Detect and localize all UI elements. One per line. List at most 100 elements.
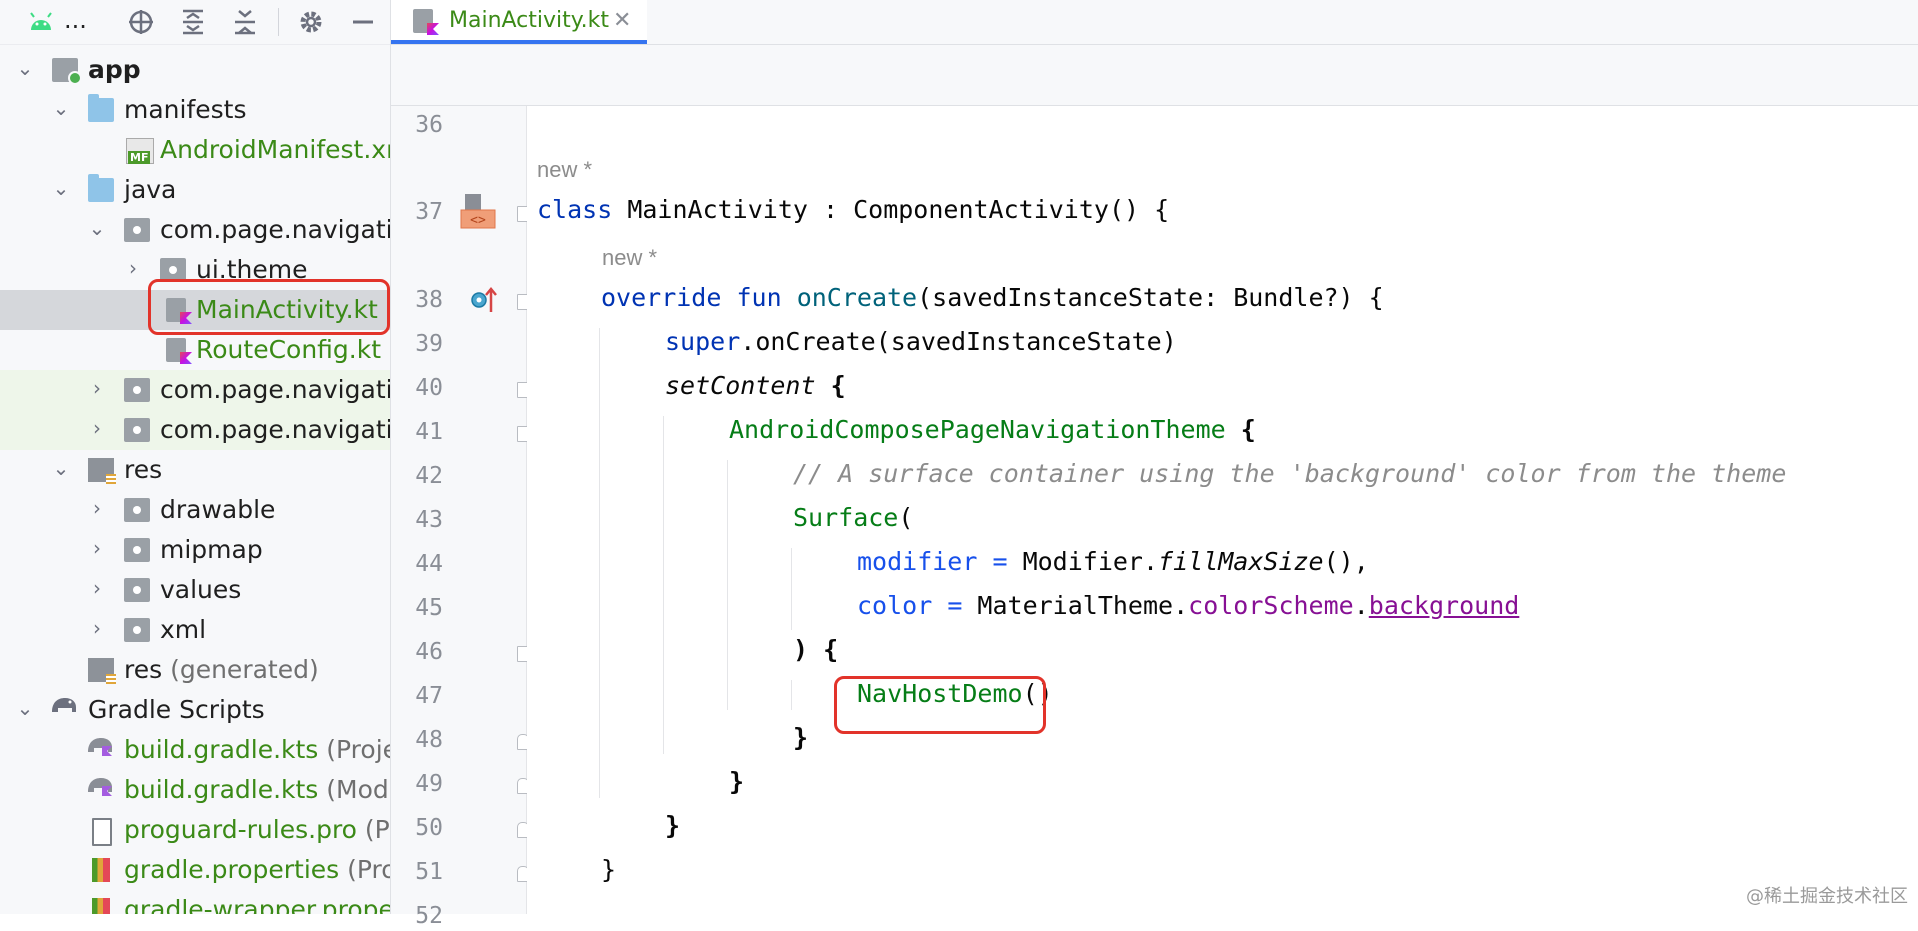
code-line-45: color = MaterialTheme.colorScheme.backgr… <box>857 590 1519 622</box>
tree-item-route-config[interactable]: RouteConfig.kt <box>0 330 390 370</box>
indent-guide <box>727 460 728 710</box>
folder-icon <box>88 94 114 122</box>
close-icon[interactable]: ✕ <box>613 6 631 36</box>
tree-item-label: java <box>124 175 177 204</box>
tree-item-app[interactable]: ⌄ app <box>0 50 390 90</box>
code-token-composable: AndroidComposePageNavigationTheme <box>729 415 1226 444</box>
tree-item-res-generated[interactable]: res (generated) <box>0 650 390 690</box>
code-line-41: AndroidComposePageNavigationTheme { <box>729 414 1256 446</box>
chevron-down-icon[interactable]: ⌄ <box>50 96 72 120</box>
tree-item-java[interactable]: ⌄ java <box>0 170 390 210</box>
tree-item-label: build.gradle.kts <box>124 775 319 804</box>
chevron-right-icon[interactable]: › <box>86 416 108 440</box>
tree-item-manifests[interactable]: ⌄ manifests <box>0 90 390 130</box>
tree-item-suffix: (Pro <box>347 855 390 884</box>
code-token-keyword: override <box>601 283 722 312</box>
code-line-39: super.onCreate(savedInstanceState) <box>665 326 1177 358</box>
line-number: 51 <box>415 859 443 885</box>
code-line-38: override fun onCreate(savedInstanceState… <box>601 282 1384 314</box>
inlay-hint-author[interactable]: new * <box>602 244 657 272</box>
tree-item-mipmap[interactable]: › mipmap <box>0 530 390 570</box>
line-number: 37 <box>415 199 443 225</box>
code-line-47: NavHostDemo() <box>857 678 1053 710</box>
gradle-kts-icon <box>86 774 112 798</box>
package-icon <box>124 218 150 242</box>
properties-file-icon <box>92 858 110 882</box>
tree-item-res[interactable]: ⌄ res <box>0 450 390 490</box>
chevron-down-icon[interactable]: ⌄ <box>50 176 72 200</box>
line-number: 44 <box>415 551 443 577</box>
chevron-right-icon[interactable]: › <box>86 376 108 400</box>
chevron-right-icon[interactable]: › <box>86 536 108 560</box>
code-token: ) { <box>793 635 839 664</box>
tree-item-package[interactable]: › com.page.navigation <box>0 370 390 410</box>
package-icon <box>124 418 150 442</box>
code-editor[interactable]: new * new * class MainActivity : Compone… <box>527 106 1918 914</box>
tree-item-label: xml <box>160 615 207 644</box>
chevron-down-icon[interactable]: ⌄ <box>14 56 36 80</box>
tree-item-ui-theme[interactable]: › ui.theme <box>0 250 390 290</box>
code-token-named-arg: color <box>857 591 933 620</box>
kotlin-file-icon <box>166 338 186 362</box>
code-token: MainActivity : ComponentActivity() { <box>612 195 1170 224</box>
code-line-42: // A surface container using the 'backgr… <box>793 458 1786 490</box>
chevron-right-icon[interactable]: › <box>122 256 144 280</box>
tree-item-proguard-rules[interactable]: proguard-rules.pro (Pr <box>0 810 390 850</box>
tree-item-build-gradle-module[interactable]: build.gradle.kts (Module <box>0 770 390 810</box>
activity-class-icon[interactable]: <> <box>459 194 497 234</box>
code-line-40: setContent { <box>665 370 846 402</box>
code-line-37: class MainActivity : ComponentActivity()… <box>537 194 1169 226</box>
chevron-right-icon[interactable]: › <box>86 576 108 600</box>
tab-main-activity[interactable]: MainActivity.kt ✕ <box>391 0 647 44</box>
tree-item-label: com.page.navigation <box>160 415 390 444</box>
locate-icon[interactable] <box>124 5 158 39</box>
android-icon[interactable] <box>24 5 58 39</box>
panel-title[interactable]: ... <box>64 6 87 34</box>
expand-all-icon[interactable] <box>176 5 210 39</box>
folder-icon <box>88 174 114 202</box>
tab-label: MainActivity.kt <box>449 8 610 33</box>
line-number: 41 <box>415 419 443 445</box>
tree-item-main-activity[interactable]: MainActivity.kt <box>0 290 390 330</box>
tree-item-build-gradle-project[interactable]: build.gradle.kts (Project <box>0 730 390 770</box>
tree-item-gradle-scripts[interactable]: ⌄ Gradle Scripts <box>0 690 390 730</box>
chevron-down-icon[interactable]: ⌄ <box>50 456 72 480</box>
line-number: 45 <box>415 595 443 621</box>
kotlin-file-icon <box>166 298 186 322</box>
tree-item-label: drawable <box>160 495 276 524</box>
tree-item-android-manifest[interactable]: AndroidManifest.xml <box>0 130 390 170</box>
tree-item-xml[interactable]: › xml <box>0 610 390 650</box>
code-token: Modifier. <box>1022 547 1159 576</box>
gear-icon[interactable] <box>294 5 328 39</box>
tree-item-values[interactable]: › values <box>0 570 390 610</box>
chevron-down-icon[interactable]: ⌄ <box>86 216 108 240</box>
chevron-right-icon[interactable]: › <box>86 616 108 640</box>
tree-item-label-wrap: build.gradle.kts (Project <box>124 734 390 766</box>
chevron-right-icon[interactable]: › <box>86 496 108 520</box>
tree-item-suffix: (Project <box>326 735 390 764</box>
tree-item-label: app <box>88 55 141 84</box>
inlay-hint-author[interactable]: new * <box>537 156 592 184</box>
collapse-all-icon[interactable] <box>228 5 262 39</box>
code-line-44: modifier = Modifier.fillMaxSize(), <box>857 546 1369 578</box>
code-token: ( <box>898 503 914 532</box>
indent-guide <box>791 680 792 710</box>
tree-item-label: gradle-wrapper.prope <box>124 895 390 914</box>
tree-item-label-wrap: res (generated) <box>124 654 319 686</box>
project-panel-toolbar: ... <box>0 0 390 45</box>
manifest-file-icon <box>126 138 154 164</box>
tree-item-drawable[interactable]: › drawable <box>0 490 390 530</box>
tree-item-label-wrap: build.gradle.kts (Module <box>124 774 390 806</box>
tree-item-label: RouteConfig.kt <box>196 335 382 364</box>
folder-icon <box>124 498 150 522</box>
tree-item-package[interactable]: › com.page.navigation <box>0 410 390 450</box>
tree-item-label: values <box>160 575 242 604</box>
tree-item-label: Gradle Scripts <box>88 695 265 724</box>
chevron-down-icon[interactable]: ⌄ <box>14 696 36 720</box>
tree-item-package[interactable]: ⌄ com.page.navigation <box>0 210 390 250</box>
minimize-icon[interactable] <box>346 5 380 39</box>
code-token: { <box>815 371 846 400</box>
tree-item-gradle-properties[interactable]: gradle.properties (Pro <box>0 850 390 890</box>
override-method-icon[interactable] <box>469 286 499 318</box>
tree-item-gradle-wrapper-properties[interactable]: gradle-wrapper.prope <box>0 890 390 914</box>
